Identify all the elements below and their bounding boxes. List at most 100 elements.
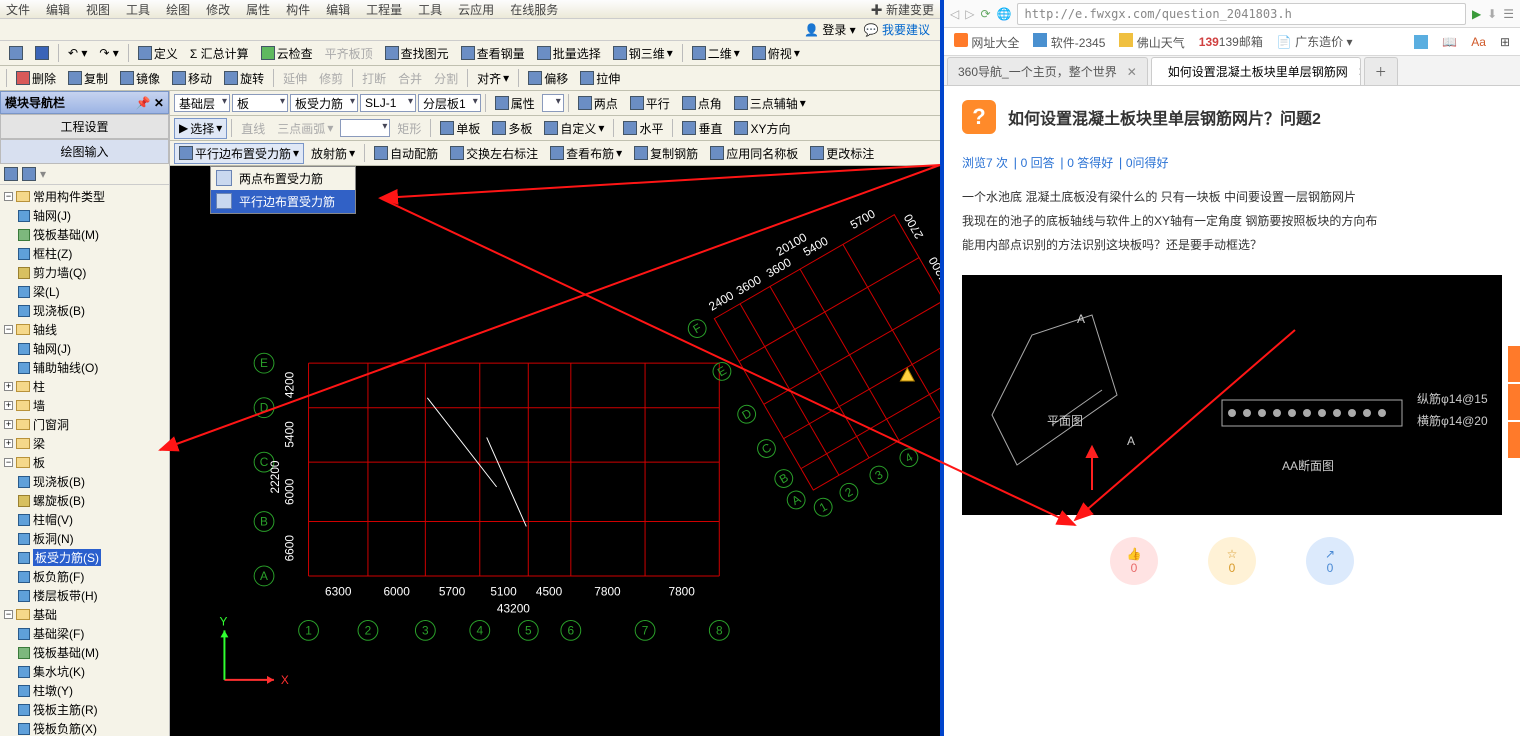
parallel-button[interactable]: 平行 (625, 93, 675, 114)
back-button[interactable]: ◁ (950, 7, 959, 21)
dropdown-option-selected[interactable]: 平行边布置受力筋 (211, 190, 355, 213)
view-rebar-button[interactable]: 查看钢量 (456, 43, 530, 64)
mirror-button[interactable]: 镜像 (115, 68, 165, 89)
props-button[interactable]: 属性 (490, 93, 540, 114)
fav-item[interactable]: 📄 广东造价 ▾ (1277, 33, 1353, 50)
sidebar-pin-icon[interactable]: 📌 ✕ (136, 96, 164, 110)
three-point-axis-button[interactable]: 三点辅轴 ▾ (729, 93, 811, 114)
login-link[interactable]: 👤 登录 ▾ (804, 21, 856, 38)
offset-button[interactable]: 偏移 (523, 68, 573, 89)
top-view-button[interactable]: 俯视 ▾ (747, 43, 805, 64)
fav-item[interactable]: 软件-2345 (1033, 33, 1105, 51)
forward-button[interactable]: ▷ (965, 7, 974, 21)
menu-item[interactable]: 视图 (86, 1, 110, 18)
swap-label-button[interactable]: 交换左右标注 (445, 143, 543, 164)
new-tab-button[interactable]: ＋ (1364, 57, 1398, 85)
component-tree[interactable]: −常用构件类型 轴网(J) 筏板基础(M) 框柱(Z) 剪力墙(Q) 梁(L) … (0, 185, 169, 736)
find-element-button[interactable]: 查找图元 (380, 43, 454, 64)
suggest-link[interactable]: 💬 我要建议 (864, 21, 930, 38)
view-2d-button[interactable]: 二维 ▾ (687, 43, 745, 64)
close-icon[interactable]: ✕ (1358, 65, 1361, 79)
menu-button[interactable]: ☰ (1503, 7, 1514, 21)
rotate-button[interactable]: 旋转 (219, 68, 269, 89)
floating-side-buttons[interactable] (1508, 346, 1520, 460)
browser-tab[interactable]: 360导航_一个主页，整个世界✕ (947, 57, 1148, 85)
tool-icon[interactable] (4, 167, 18, 181)
blank-combo[interactable] (542, 94, 564, 112)
join-button[interactable]: 合并 (393, 68, 427, 89)
menu-item[interactable]: 工具 (126, 1, 150, 18)
layer-combo[interactable]: 基础层 (174, 94, 230, 112)
extend-button[interactable]: 延伸 (278, 68, 312, 89)
view-rebar-layout-button[interactable]: 查看布筋 ▾ (545, 143, 627, 164)
sublayer-combo[interactable]: 分层板1 (418, 94, 481, 112)
sum-button[interactable]: Σ 汇总计算 (185, 43, 254, 64)
ext-icon[interactable]: ⊞ (1500, 35, 1510, 49)
horizontal-button[interactable]: 水平 (618, 118, 668, 139)
line-button[interactable]: 直线 (236, 118, 270, 139)
url-input[interactable]: http://e.fwxgx.com/question_2041803.h (1017, 3, 1465, 25)
break-button[interactable]: 打断 (357, 68, 391, 89)
rebar-combo[interactable]: 板受力筋 (290, 94, 358, 112)
two-point-button[interactable]: 两点 (573, 93, 623, 114)
menu-item[interactable]: 在线服务 (510, 1, 558, 18)
point-angle-button[interactable]: 点角 (677, 93, 727, 114)
arc-button[interactable]: 三点画弧 ▾ (272, 118, 338, 139)
auto-rebar-button[interactable]: 自动配筋 (369, 143, 443, 164)
bookmark-button[interactable]: ⬇ (1487, 7, 1497, 21)
vote-fav[interactable]: ☆0 (1208, 537, 1256, 585)
drawing-canvas[interactable]: 基础层 板 板受力筋 SLJ-1 分层板1 属性 两点 平行 点角 三点辅轴 ▾ (170, 91, 940, 736)
vertical-button[interactable]: 垂直 (677, 118, 727, 139)
close-icon[interactable]: ✕ (1127, 65, 1137, 79)
fav-item[interactable]: 139139邮箱 (1199, 33, 1263, 50)
parallel-edge-dropdown[interactable]: 两点布置受力筋 平行边布置受力筋 (210, 166, 356, 214)
menu-item[interactable]: 工程量 (366, 1, 402, 18)
split-button[interactable]: 分割 (429, 68, 463, 89)
edit-label-button[interactable]: 更改标注 (805, 143, 879, 164)
menu-item[interactable]: 属性 (246, 1, 270, 18)
blank-combo2[interactable] (340, 119, 390, 137)
parallel-edge-button[interactable]: 平行边布置受力筋 ▾ (174, 143, 304, 164)
trim-button[interactable]: 修剪 (314, 68, 348, 89)
ray-rebar-button[interactable]: 放射筋 ▾ (306, 143, 360, 164)
cloud-check-button[interactable]: 云检查 (256, 43, 318, 64)
ext-icon[interactable]: 📖 (1442, 35, 1457, 49)
menu-item[interactable]: 编辑 (326, 1, 350, 18)
tool-icon[interactable] (22, 167, 36, 181)
tab-draw-input[interactable]: 绘图输入 (0, 139, 169, 164)
level-button[interactable]: 平齐板顶 (320, 43, 378, 64)
tree-item-selected[interactable]: 板受力筋(S) (16, 548, 169, 567)
redo-button[interactable]: ↷ ▾ (94, 44, 123, 62)
rebar-3d-button[interactable]: 钢三维 ▾ (608, 43, 678, 64)
xy-button[interactable]: XY方向 (729, 118, 795, 139)
dropdown-option[interactable]: 两点布置受力筋 (211, 167, 355, 190)
move-button[interactable]: 移动 (167, 68, 217, 89)
ext-icon[interactable] (1414, 35, 1428, 49)
align-button[interactable]: 对齐 ▾ (472, 68, 514, 89)
delete-button[interactable]: 删除 (11, 68, 61, 89)
slab-combo[interactable]: 板 (232, 94, 288, 112)
custom-button[interactable]: 自定义 ▾ (539, 118, 609, 139)
menu-item[interactable]: 云应用 (458, 1, 494, 18)
code-combo[interactable]: SLJ-1 (360, 94, 416, 112)
stretch-button[interactable]: 拉伸 (575, 68, 625, 89)
copy-rebar-button[interactable]: 复制钢筋 (629, 143, 703, 164)
menu-item[interactable]: 文件 (6, 1, 30, 18)
open-button[interactable] (4, 44, 28, 62)
tab-project-settings[interactable]: 工程设置 (0, 114, 169, 139)
menu-item[interactable]: 修改 (206, 1, 230, 18)
select-button[interactable]: ▶ 选择 ▾ (174, 118, 227, 139)
go-button[interactable]: ▶ (1472, 7, 1481, 21)
menu-item[interactable]: 绘图 (166, 1, 190, 18)
browser-tab-active[interactable]: 如何设置混凝土板块里单层钢筋网✕ (1151, 57, 1361, 85)
multi-slab-button[interactable]: 多板 (487, 118, 537, 139)
rect-button[interactable]: 矩形 (392, 118, 426, 139)
define-button[interactable]: 定义 (133, 43, 183, 64)
new-change[interactable]: ✚ 新建变更 (871, 1, 934, 18)
vote-share[interactable]: ↗0 (1306, 537, 1354, 585)
batch-select-button[interactable]: 批量选择 (532, 43, 606, 64)
single-slab-button[interactable]: 单板 (435, 118, 485, 139)
ext-icon[interactable]: Aa (1471, 35, 1486, 49)
menu-item[interactable]: 编辑 (46, 1, 70, 18)
copy-button[interactable]: 复制 (63, 68, 113, 89)
